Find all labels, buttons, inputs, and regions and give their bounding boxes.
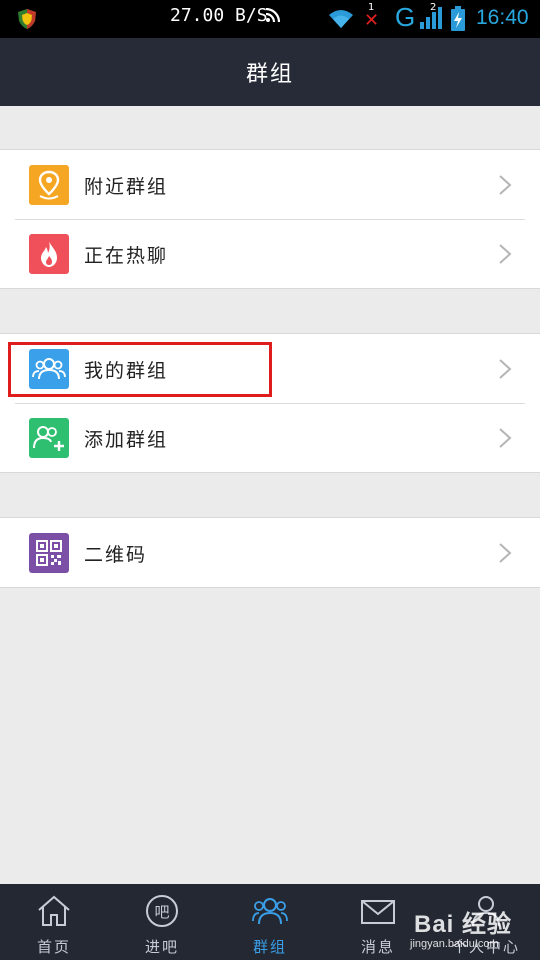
- watermark-main: Bai 经验: [414, 911, 513, 938]
- tab-ba[interactable]: 吧 进吧: [108, 884, 216, 960]
- chevron-right-icon: [499, 175, 512, 195]
- network-speed: 27.00 B/S: [170, 5, 268, 26]
- chevron-right-icon: [499, 359, 512, 379]
- home-icon: [38, 895, 70, 926]
- add-people-icon: [29, 418, 69, 458]
- flame-icon: [29, 234, 69, 274]
- tab-groups[interactable]: 群组: [216, 884, 324, 960]
- tab-label: 进吧: [144, 938, 179, 956]
- menu-item-qr-code[interactable]: 二维码: [0, 518, 540, 587]
- chevron-right-icon: [499, 244, 512, 264]
- chevron-right-icon: [499, 543, 512, 563]
- menu-item-add-group[interactable]: 添加群组: [0, 403, 540, 472]
- no-signal-x-icon: ✕: [364, 10, 380, 31]
- network-type: G: [395, 2, 416, 32]
- group-icon: [252, 898, 288, 925]
- chevron-right-icon: [499, 428, 512, 448]
- menu-item-nearby-groups[interactable]: 附近群组: [0, 150, 540, 219]
- tab-home[interactable]: 首页: [0, 884, 108, 960]
- ba-chat-icon: 吧: [146, 895, 178, 927]
- menu-item-label: 正在热聊: [84, 245, 169, 267]
- signal-badge: 2: [430, 2, 437, 13]
- menu-item-label: 添加群组: [84, 429, 169, 451]
- baidu-jingyan-watermark: Bai 经验 jingyan.baidu.com: [408, 896, 540, 960]
- menu-group-discover: 附近群组 正在热聊: [0, 149, 540, 289]
- status-bar: 27.00 B/S 1 ✕ G 2 16:40: [0, 0, 540, 38]
- watermark-sub: jingyan.baidu.com: [410, 938, 499, 950]
- menu-item-label: 附近群组: [84, 176, 169, 198]
- page-title: 群组: [245, 62, 294, 87]
- menu-item-label: 二维码: [84, 544, 148, 566]
- highlight-box: [8, 342, 272, 397]
- battery-charging-icon: [451, 6, 465, 31]
- tab-label: 首页: [36, 938, 71, 956]
- location-pin-icon: [29, 165, 69, 205]
- tab-label: 群组: [252, 938, 287, 956]
- clock: 16:40: [476, 6, 529, 29]
- qr-code-icon: [29, 533, 69, 573]
- shield-icon: [18, 9, 36, 29]
- wifi-icon: [329, 10, 353, 28]
- title-bar: 群组: [0, 38, 540, 106]
- menu-item-hot-chat[interactable]: 正在热聊: [0, 219, 540, 288]
- mail-icon: [361, 900, 395, 924]
- svg-text:吧: 吧: [154, 903, 169, 921]
- menu-group-qr: 二维码: [0, 517, 540, 588]
- rss-icon: [266, 8, 280, 22]
